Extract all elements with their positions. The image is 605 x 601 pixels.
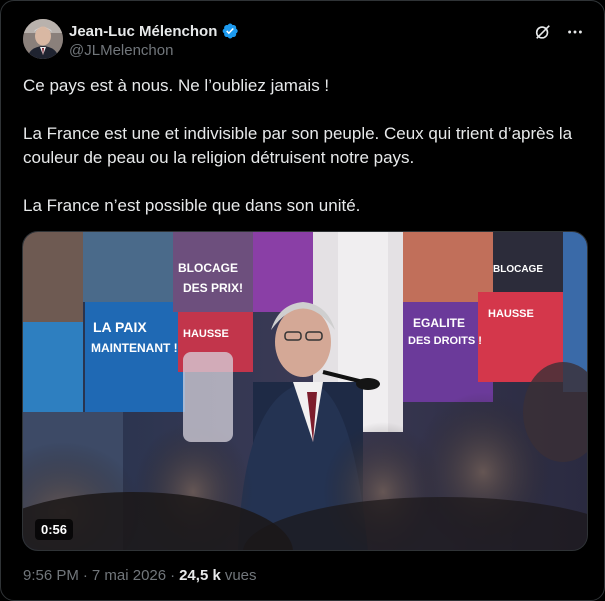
tweet-header: Jean-Luc Mélenchon @JLMelenchon xyxy=(23,19,588,63)
author-name-row: Jean-Luc Mélenchon xyxy=(69,22,239,40)
tweet-actions xyxy=(534,23,584,41)
verified-badge-icon xyxy=(221,22,239,40)
tweet-card: Jean-Luc Mélenchon @JLMelenchon Ce pays … xyxy=(0,0,605,601)
video-duration-badge: 0:56 xyxy=(35,519,74,540)
avatar-image xyxy=(23,19,63,59)
tweet-text: Ce pays est à nous. Ne l’oubliez jamais … xyxy=(23,74,588,218)
more-icon[interactable] xyxy=(566,23,584,41)
poster-text: EGALITE xyxy=(413,316,465,330)
tweet-date[interactable]: 7 mai 2026 xyxy=(92,567,166,584)
avatar[interactable] xyxy=(23,19,63,59)
video-thumbnail: LA PAIX MAINTENANT ! BLOCAGE DES PRIX! H… xyxy=(23,232,587,550)
poster-text: MAINTENANT ! xyxy=(91,341,178,355)
tweet-paragraph: La France n’est possible que dans son un… xyxy=(23,196,361,215)
poster-text: DES DROITS ! xyxy=(408,335,482,347)
poster-text: DES PRIX! xyxy=(183,281,243,295)
meta-separator: · xyxy=(82,567,88,584)
grok-icon[interactable] xyxy=(534,23,552,41)
tweet-paragraph: La France est une et indivisible par son… xyxy=(23,124,573,167)
meta-separator: · xyxy=(170,567,176,584)
video-player[interactable]: LA PAIX MAINTENANT ! BLOCAGE DES PRIX! H… xyxy=(22,231,588,551)
views-label: vues xyxy=(224,567,257,584)
poster-text: LA PAIX xyxy=(93,319,147,335)
poster-text: HAUSSE xyxy=(183,328,229,340)
poster-text: BLOCAGE xyxy=(178,261,238,275)
tweet-meta: 9:56 PM · 7 mai 2026 · 24,5 k vues xyxy=(23,567,257,584)
tweet-time[interactable]: 9:56 PM xyxy=(23,567,79,584)
tweet-paragraph: Ce pays est à nous. Ne l’oubliez jamais … xyxy=(23,76,330,95)
poster-text: HAUSSE xyxy=(488,308,534,320)
poster-text: BLOCAGE xyxy=(493,264,543,275)
author-handle[interactable]: @JLMelenchon xyxy=(69,42,173,59)
views-count[interactable]: 24,5 k xyxy=(179,567,221,584)
author-name[interactable]: Jean-Luc Mélenchon xyxy=(69,23,217,40)
